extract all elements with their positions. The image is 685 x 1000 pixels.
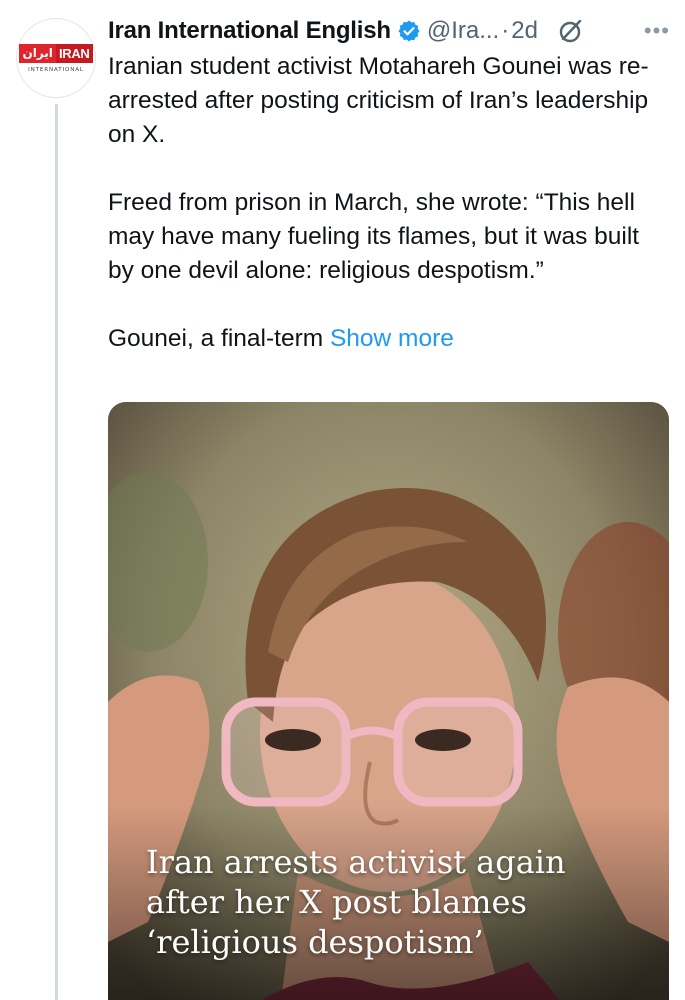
headline-line-1: Iran arrests activist again (146, 843, 566, 881)
verified-badge-icon[interactable] (397, 19, 421, 43)
thread-line (55, 104, 58, 1000)
more-options-icon[interactable]: ••• (644, 20, 670, 42)
tweet[interactable]: ایران IRAN INTERNATIONAL Iran Internatio… (0, 0, 685, 1000)
media-card[interactable]: Iran arrests activist again after her X … (108, 402, 669, 1000)
tweet-text: Iranian student activist Motahareh Goune… (108, 50, 668, 390)
iran-international-logo: ایران IRAN (19, 43, 93, 63)
headline-line-3: ‘religious despotism’ (146, 923, 484, 961)
tweet-paragraph-2: Freed from prison in March, she wrote: “… (108, 189, 640, 284)
tweet-paragraph-1: Iranian student activist Motahareh Goune… (108, 53, 649, 148)
grok-icon[interactable] (556, 16, 586, 46)
show-more-link[interactable]: Show more (330, 325, 454, 352)
account-handle[interactable]: @Ira... (427, 17, 499, 45)
logo-subtitle: INTERNATIONAL (28, 66, 84, 73)
tweet-header: Iran International English @Ira... · 2d … (108, 13, 678, 49)
tweet-timestamp[interactable]: 2d (511, 17, 538, 45)
logo-english-text: IRAN (55, 43, 93, 63)
media-headline: Iran arrests activist again after her X … (146, 842, 646, 962)
separator-dot: · (501, 17, 510, 44)
headline-line-2: after her X post blames (146, 883, 527, 921)
tweet-paragraph-3: Gounei, a final-term Show more (108, 322, 668, 356)
tweet-paragraph-3-text: Gounei, a final-term (108, 325, 324, 352)
account-name[interactable]: Iran International English (108, 17, 391, 45)
logo-persian-text: ایران (19, 43, 56, 63)
avatar[interactable]: ایران IRAN INTERNATIONAL (16, 18, 96, 98)
